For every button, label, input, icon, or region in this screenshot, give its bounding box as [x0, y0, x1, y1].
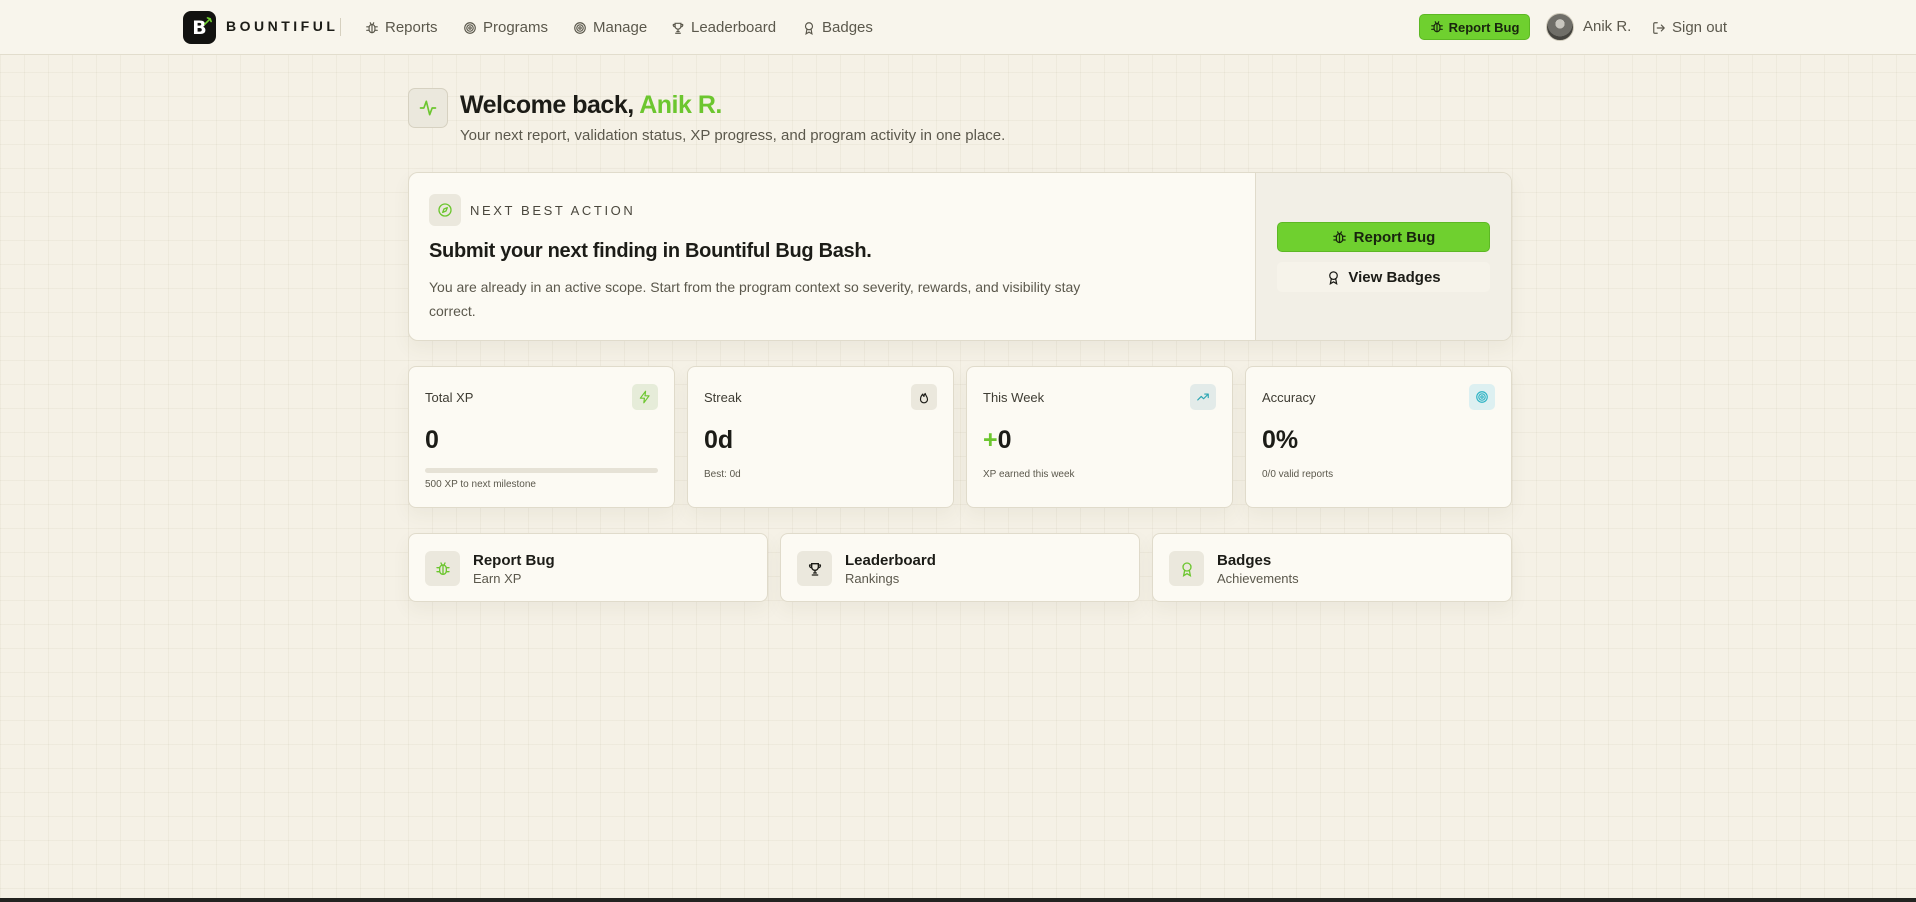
bug-icon	[366, 21, 378, 33]
page-subtitle: Your next report, validation status, XP …	[460, 127, 1006, 144]
stat-card-streak: Streak 0d Best: 0d	[687, 366, 954, 508]
nav-programs-label: Programs	[483, 19, 549, 36]
brand-name: BOUNTIFUL	[226, 18, 339, 34]
nav-badges[interactable]: Badges	[802, 0, 873, 55]
next-action-eyebrow: NEXT BEST ACTION	[470, 203, 636, 218]
page-title: Welcome back, Anik R.	[460, 91, 722, 120]
stat-note: XP earned this week	[983, 469, 1075, 480]
nav-badges-label: Badges	[822, 19, 873, 36]
next-best-action-card: NEXT BEST ACTION Submit your next findin…	[408, 172, 1512, 341]
avatar[interactable]	[1546, 13, 1574, 41]
sign-out-label: Sign out	[1672, 19, 1728, 36]
next-action-buttons: Report Bug View Badges	[1255, 173, 1511, 340]
view-badges-button[interactable]: View Badges	[1277, 262, 1490, 292]
stat-value-prefix: +	[983, 426, 998, 454]
nav-reports-label: Reports	[385, 19, 438, 36]
quick-link-title: Leaderboard	[845, 552, 936, 569]
nav-manage[interactable]: Manage	[573, 0, 647, 55]
nav-leaderboard[interactable]: Leaderboard	[671, 0, 776, 55]
bug-icon	[1430, 21, 1443, 33]
divider	[340, 18, 341, 36]
stat-note: 0/0 valid reports	[1262, 469, 1334, 480]
welcome-prefix: Welcome back,	[460, 91, 640, 119]
header-report-bug-button[interactable]: Report Bug	[1419, 14, 1530, 40]
stat-label: This Week	[983, 390, 1045, 405]
quick-link-title: Report Bug	[473, 552, 555, 569]
nav-leaderboard-label: Leaderboard	[691, 19, 777, 36]
stat-label: Streak	[704, 390, 742, 405]
quick-link-title: Badges	[1217, 552, 1272, 569]
log-out-icon	[1653, 21, 1665, 34]
nav-reports[interactable]: Reports	[365, 0, 438, 55]
zap-icon	[632, 384, 658, 410]
target-icon	[464, 21, 476, 34]
flame-icon	[911, 384, 937, 410]
nav-manage-label: Manage	[593, 19, 648, 36]
stat-value: 0%	[1262, 426, 1299, 454]
award-icon	[1329, 270, 1339, 285]
xp-progress-bar	[425, 468, 658, 473]
trophy-icon	[797, 551, 832, 586]
trophy-icon	[672, 22, 684, 34]
stat-label: Total XP	[425, 390, 474, 405]
user-name[interactable]: Anik R.	[1583, 18, 1631, 35]
compass-icon	[429, 194, 461, 226]
trending-up-icon	[1190, 384, 1216, 410]
next-action-title: Submit your next finding in Bountiful Bu…	[429, 240, 872, 262]
quick-link-leaderboard[interactable]: Leaderboard Rankings	[780, 533, 1140, 602]
header-report-bug-label: Report Bug	[1448, 19, 1520, 35]
award-icon	[1169, 551, 1204, 586]
target-icon	[574, 21, 586, 34]
report-bug-label: Report Bug	[1353, 228, 1436, 246]
view-badges-label: View Badges	[1348, 268, 1441, 286]
spark-icon	[203, 17, 212, 26]
window-edge	[0, 898, 1916, 902]
bug-icon	[425, 551, 460, 586]
welcome-user: Anik R.	[639, 91, 722, 119]
logo[interactable]: B	[183, 11, 216, 44]
quick-link-badges[interactable]: Badges Achievements	[1152, 533, 1512, 602]
stat-value: +0	[983, 426, 1012, 455]
stat-note: Best: 0d	[704, 469, 741, 480]
quick-link-subtitle: Achievements	[1217, 571, 1299, 586]
stat-note: 500 XP to next milestone	[425, 479, 536, 490]
stat-value: 0	[425, 426, 439, 454]
top-navigation-bar: B BOUNTIFUL Reports Programs Manage Lead…	[0, 0, 1916, 55]
quick-link-subtitle: Earn XP	[473, 571, 522, 586]
stat-card-total-xp: Total XP 0 500 XP to next milestone	[408, 366, 675, 508]
quick-link-report-bug[interactable]: Report Bug Earn XP	[408, 533, 768, 602]
quick-link-subtitle: Rankings	[845, 571, 900, 586]
stat-card-accuracy: Accuracy 0% 0/0 valid reports	[1245, 366, 1512, 508]
target-icon	[1469, 384, 1495, 410]
sign-out-button[interactable]: Sign out	[1652, 0, 1727, 55]
stat-value-number: 0	[997, 426, 1012, 454]
stat-label: Accuracy	[1262, 390, 1316, 405]
next-action-description: You are already in an active scope. Star…	[429, 279, 1081, 319]
stat-value: 0d	[704, 426, 734, 454]
activity-icon	[408, 88, 448, 128]
report-bug-button[interactable]: Report Bug	[1277, 222, 1490, 252]
nav-programs[interactable]: Programs	[463, 0, 548, 55]
bug-icon	[1332, 230, 1346, 243]
award-icon	[804, 21, 814, 35]
stat-card-this-week: This Week +0 XP earned this week	[966, 366, 1233, 508]
